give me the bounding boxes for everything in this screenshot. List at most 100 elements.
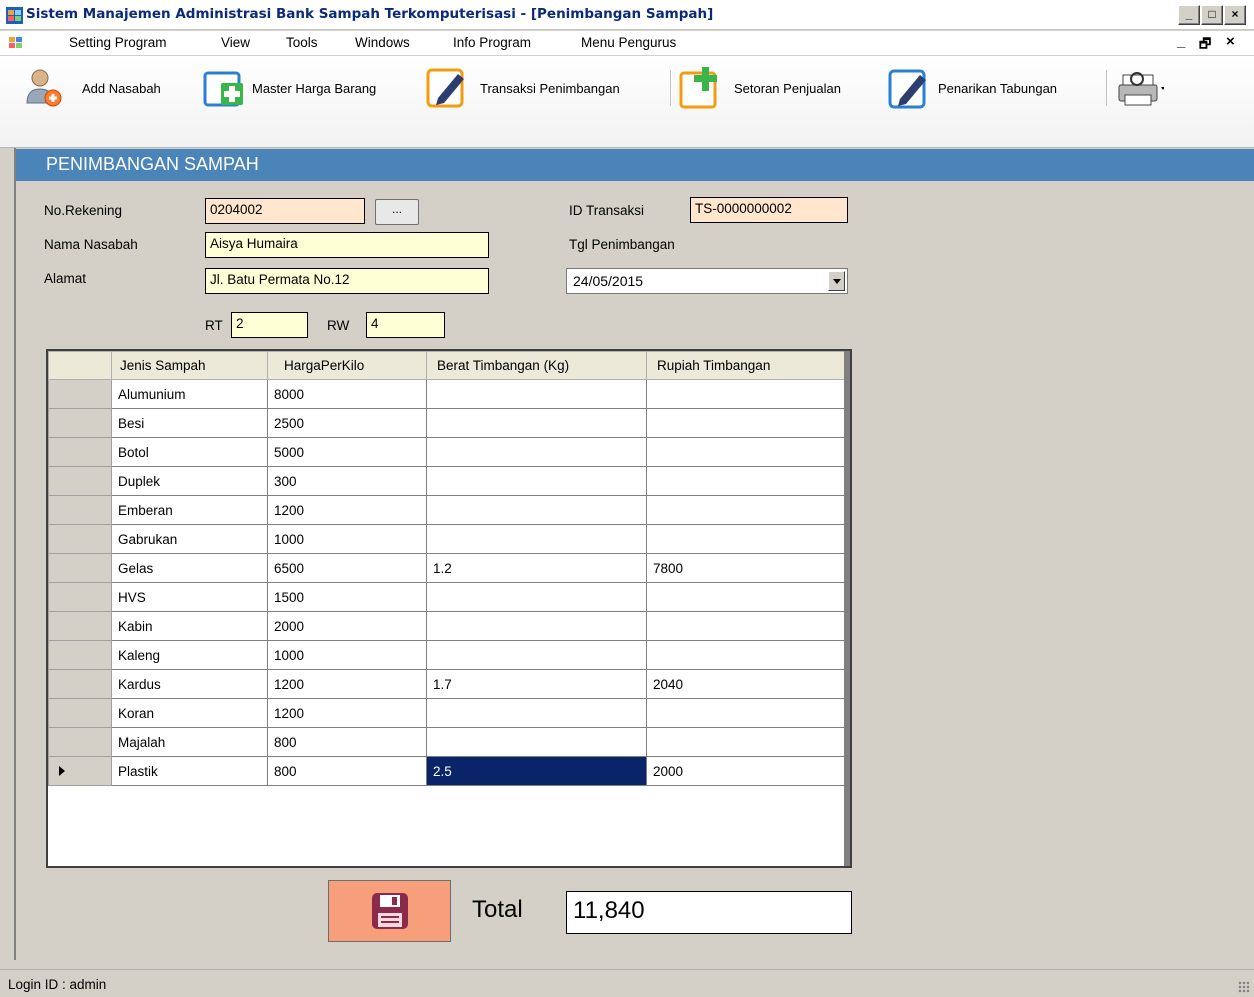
weighing-grid[interactable]: Jenis Sampah HargaPerKilo Berat Timbanga…	[46, 349, 852, 868]
row-header[interactable]	[48, 466, 112, 496]
mdi-minimize-button[interactable]: _	[1177, 33, 1185, 50]
table-row[interactable]: Kardus 1200 1.7 2040	[48, 669, 845, 699]
cell-jenis[interactable]: Botol	[111, 437, 268, 467]
cell-jenis[interactable]: Majalah	[111, 727, 268, 757]
cell-berat[interactable]	[426, 611, 647, 641]
browse-button[interactable]: ...	[375, 199, 419, 225]
cell-jenis[interactable]: HVS	[111, 582, 268, 612]
rt-field[interactable]: 2	[231, 312, 308, 338]
table-row[interactable]: Alumunium 8000	[48, 379, 845, 409]
menu-view[interactable]: View	[221, 35, 250, 50]
cell-rupiah[interactable]	[646, 611, 845, 641]
cell-berat[interactable]	[426, 379, 647, 409]
transaksi-penimbangan-button[interactable]: Transaksi Penimbangan	[424, 64, 620, 112]
column-header-jenis[interactable]: Jenis Sampah	[111, 351, 268, 380]
cell-jenis[interactable]: Kabin	[111, 611, 268, 641]
cell-harga[interactable]: 2500	[267, 408, 427, 438]
cell-harga[interactable]: 6500	[267, 553, 427, 583]
row-header[interactable]	[48, 437, 112, 467]
print-dropdown-button[interactable]	[1116, 64, 1164, 112]
table-row[interactable]: Gabrukan 1000	[48, 524, 845, 554]
cell-jenis[interactable]: Kaleng	[111, 640, 268, 670]
cell-harga[interactable]: 5000	[267, 437, 427, 467]
id-transaksi-field[interactable]: TS-0000000002	[690, 197, 848, 223]
menu-tools[interactable]: Tools	[286, 35, 318, 50]
cell-rupiah[interactable]	[646, 408, 845, 438]
cell-berat-selected[interactable]: 2.5	[426, 756, 647, 786]
row-header[interactable]	[48, 524, 112, 554]
master-harga-button[interactable]: Master Harga Barang	[196, 64, 376, 112]
row-header[interactable]	[48, 379, 112, 409]
cell-jenis[interactable]: Alumunium	[111, 379, 268, 409]
cell-harga[interactable]: 2000	[267, 611, 427, 641]
table-row[interactable]: Duplek 300	[48, 466, 845, 496]
cell-harga[interactable]: 800	[267, 727, 427, 757]
cell-berat[interactable]	[426, 582, 647, 612]
cell-jenis[interactable]: Gelas	[111, 553, 268, 583]
cell-jenis[interactable]: Gabrukan	[111, 524, 268, 554]
cell-harga[interactable]: 8000	[267, 379, 427, 409]
cell-harga[interactable]: 300	[267, 466, 427, 496]
row-header[interactable]	[48, 408, 112, 438]
resize-grip-icon[interactable]	[1238, 981, 1250, 993]
cell-rupiah[interactable]	[646, 466, 845, 496]
row-header[interactable]	[48, 669, 112, 699]
row-header[interactable]	[48, 553, 112, 583]
alamat-field[interactable]: Jl. Batu Permata No.12	[205, 268, 489, 294]
menu-info-program[interactable]: Info Program	[453, 35, 531, 50]
menu-pengurus[interactable]: Menu Pengurus	[581, 35, 676, 50]
cell-berat[interactable]	[426, 640, 647, 670]
cell-jenis[interactable]: Kardus	[111, 669, 268, 699]
nama-nasabah-field[interactable]: Aisya Humaira	[205, 232, 489, 258]
total-field[interactable]: 11,840	[566, 891, 852, 934]
cell-rupiah[interactable]	[646, 437, 845, 467]
cell-harga[interactable]: 800	[267, 756, 427, 786]
cell-berat[interactable]: 1.7	[426, 669, 647, 699]
cell-rupiah[interactable]: 7800	[646, 553, 845, 583]
cell-rupiah[interactable]: 2000	[646, 756, 845, 786]
cell-jenis[interactable]: Besi	[111, 408, 268, 438]
date-dropdown-button[interactable]	[828, 271, 845, 291]
cell-rupiah[interactable]	[646, 524, 845, 554]
column-header-rupiah[interactable]: Rupiah Timbangan	[646, 351, 845, 380]
row-header[interactable]	[48, 727, 112, 757]
maximize-button[interactable]: □	[1201, 5, 1223, 25]
cell-berat[interactable]	[426, 495, 647, 525]
row-header[interactable]	[48, 611, 112, 641]
row-header[interactable]	[48, 698, 112, 728]
table-row[interactable]: Besi 2500	[48, 408, 845, 438]
cell-jenis[interactable]: Plastik	[111, 756, 268, 786]
no-rekening-field[interactable]: 0204002	[205, 198, 365, 224]
cell-harga[interactable]: 1000	[267, 524, 427, 554]
table-row[interactable]: Gelas 6500 1.2 7800	[48, 553, 845, 583]
column-header-berat[interactable]: Berat Timbangan (Kg)	[426, 351, 647, 380]
column-header-harga[interactable]: HargaPerKilo	[267, 351, 427, 380]
mdi-restore-button[interactable]: 🗗	[1199, 35, 1211, 57]
cell-harga[interactable]: 1500	[267, 582, 427, 612]
add-nasabah-button[interactable]: Add Nasabah	[22, 64, 161, 112]
cell-harga[interactable]: 1000	[267, 640, 427, 670]
cell-berat[interactable]: 1.2	[426, 553, 647, 583]
menu-windows[interactable]: Windows	[355, 35, 410, 50]
cell-rupiah[interactable]	[646, 727, 845, 757]
table-row[interactable]: Kabin 2000	[48, 611, 845, 641]
save-button[interactable]	[328, 880, 451, 942]
table-row[interactable]: Koran 1200	[48, 698, 845, 728]
cell-berat[interactable]	[426, 727, 647, 757]
mdi-close-button[interactable]: ×	[1226, 33, 1235, 50]
cell-jenis[interactable]: Koran	[111, 698, 268, 728]
table-row[interactable]: Kaleng 1000	[48, 640, 845, 670]
cell-rupiah[interactable]	[646, 640, 845, 670]
minimize-button[interactable]: _	[1178, 5, 1200, 25]
cell-harga[interactable]: 1200	[267, 698, 427, 728]
cell-rupiah[interactable]	[646, 495, 845, 525]
close-button[interactable]: ×	[1224, 5, 1246, 25]
cell-jenis[interactable]: Emberan	[111, 495, 268, 525]
row-header[interactable]	[48, 582, 112, 612]
tgl-penimbangan-picker[interactable]: 24/05/2015	[566, 268, 848, 294]
cell-harga[interactable]: 1200	[267, 669, 427, 699]
cell-rupiah[interactable]	[646, 582, 845, 612]
cell-berat[interactable]	[426, 408, 647, 438]
table-row[interactable]: HVS 1500	[48, 582, 845, 612]
row-header-current[interactable]	[48, 756, 112, 786]
